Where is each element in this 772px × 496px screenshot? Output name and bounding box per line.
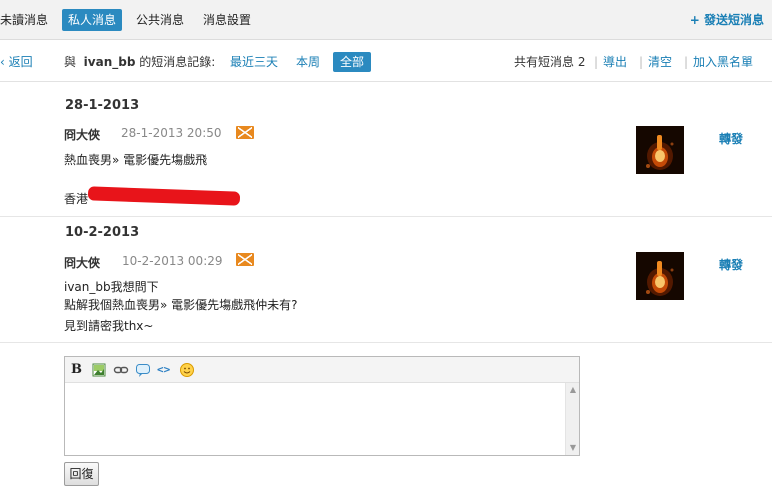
editor-toolbar: B <> [65, 357, 579, 383]
filter-bar: ‹ 返回 與 ivan_bb 的短消息記錄: 最近三天 本周 全部 共有短消息 … [0, 40, 772, 82]
separator: | [684, 55, 689, 69]
scroll-down-icon[interactable]: ▼ [568, 443, 578, 453]
total-count: 2 [577, 55, 586, 69]
date-heading: 10-2-2013 [65, 225, 140, 240]
redaction-mark [87, 186, 241, 206]
avatar[interactable] [636, 252, 684, 300]
message-line: 點解我個熱血喪男» 電影優先塲戲飛仲未有? [64, 298, 298, 312]
mail-icon [236, 253, 254, 266]
tab-settings[interactable]: 消息設置 [197, 9, 257, 31]
top-tab-bar: 未讀消息 私人消息 公共消息 消息設置 + 發送短消息 [0, 0, 772, 40]
partner-name: ivan_bb [83, 55, 136, 69]
mail-icon [236, 126, 254, 139]
back-link[interactable]: ‹ 返回 [0, 52, 33, 72]
scroll-up-icon[interactable]: ▲ [568, 385, 578, 395]
quote-icon[interactable] [135, 362, 151, 378]
separator: | [639, 55, 644, 69]
clear-link[interactable]: 清空 [648, 52, 672, 72]
back-label: 返回 [8, 55, 33, 69]
send-new-message-link[interactable]: + 發送短消息 [690, 9, 764, 31]
avatar[interactable] [636, 126, 684, 174]
separator: | [594, 55, 599, 69]
history-label: 的短消息記錄: [139, 55, 216, 69]
date-heading: 28-1-2013 [65, 98, 140, 113]
filter-this-week[interactable]: 本周 [296, 52, 320, 72]
image-icon[interactable] [91, 362, 107, 378]
code-icon[interactable]: <> [157, 362, 173, 378]
message-line: ivan_bb我想問下 [64, 280, 159, 294]
filter-all[interactable]: 全部 [333, 52, 372, 72]
message-time: 28-1-2013 20:50 [121, 126, 222, 140]
tab-public[interactable]: 公共消息 [130, 9, 190, 31]
message-line: 見到請密我thx~ [64, 319, 154, 333]
sender-name[interactable]: 冏大俠 [64, 126, 100, 143]
message-time: 10-2-2013 00:29 [122, 254, 223, 268]
with-label: 與 [64, 55, 77, 69]
tab-private[interactable]: 私人消息 [62, 9, 123, 31]
conversation-heading: 與 ivan_bb 的短消息記錄: [64, 52, 215, 72]
smiley-icon[interactable] [179, 362, 195, 378]
tab-unread[interactable]: 未讀消息 [0, 9, 54, 31]
filter-last-three-days[interactable]: 最近三天 [230, 52, 278, 72]
editor-scrollbar[interactable]: ▲ ▼ [565, 383, 579, 455]
message-line: 熱血喪男» 電影優先塲戲飛 [64, 153, 208, 167]
reply-editor: B <> ▲ ▼ [64, 356, 580, 456]
blacklist-link[interactable]: 加入黑名單 [693, 52, 753, 72]
export-link[interactable]: 導出 [603, 52, 627, 72]
forward-link[interactable]: 轉發 [719, 130, 743, 147]
message-line: 香港 [64, 192, 89, 206]
sender-name[interactable]: 冏大俠 [64, 254, 100, 271]
chevron-left-icon: ‹ [0, 55, 5, 69]
total-label: 共有短消息 [514, 55, 575, 69]
total-count-text: 共有短消息 2 [514, 52, 585, 72]
reply-button[interactable]: 回復 [64, 462, 99, 486]
reply-textarea[interactable] [65, 383, 565, 455]
divider [0, 216, 772, 217]
link-icon[interactable] [113, 362, 129, 378]
bold-icon[interactable]: B [71, 362, 87, 378]
forward-link[interactable]: 轉發 [719, 256, 743, 273]
divider [0, 342, 772, 343]
